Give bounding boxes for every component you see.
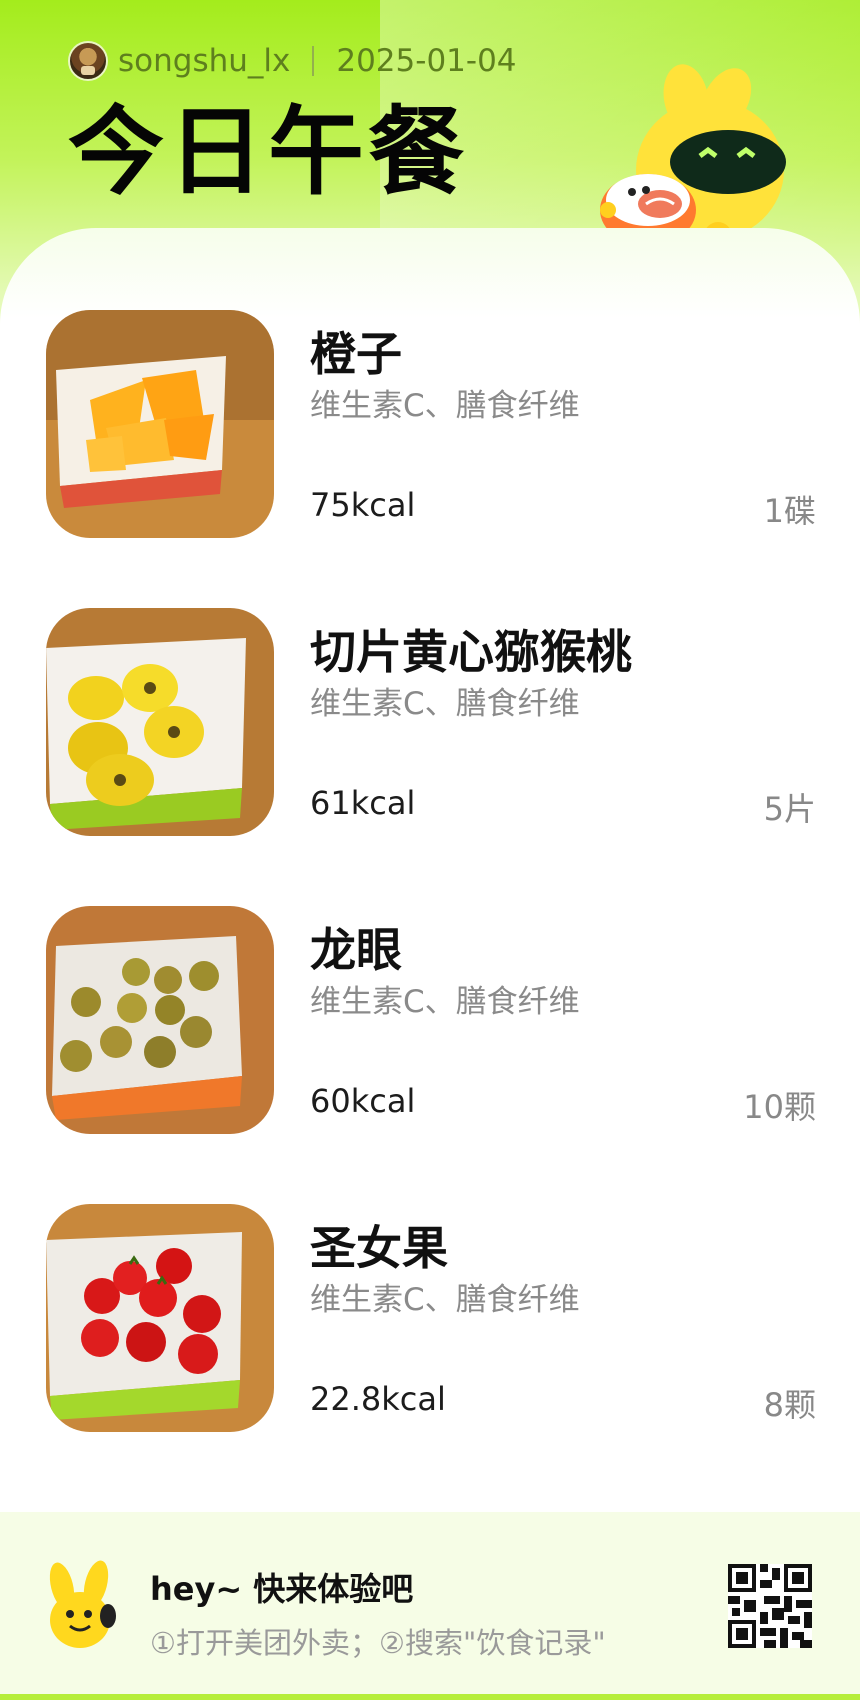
food-quantity: 1碟 bbox=[763, 492, 816, 530]
qr-code-icon[interactable] bbox=[728, 1564, 812, 1648]
promo-footer: hey~ 快来体验吧 ①打开美团外卖；②搜索"饮食记录" bbox=[0, 1512, 860, 1700]
avatar[interactable] bbox=[68, 41, 108, 81]
food-calories: 61kcal bbox=[310, 784, 416, 822]
food-quantity: 5片 bbox=[763, 790, 816, 828]
food-name: 圣女果 bbox=[310, 1221, 448, 1275]
food-calories: 22.8kcal bbox=[310, 1380, 446, 1418]
food-name: 橙子 bbox=[310, 327, 402, 381]
promo-steps: ①打开美团外卖；②搜索"饮食记录" bbox=[150, 1626, 606, 1660]
promo-title: hey~ 快来体验吧 bbox=[150, 1570, 414, 1608]
food-name: 切片黄心猕猴桃 bbox=[310, 625, 632, 679]
post-meta: songshu_lx 2025-01-04 bbox=[68, 40, 517, 82]
orange-slices-photo bbox=[46, 310, 274, 538]
meal-card: 橙子 维生素C、膳食纤维 75kcal 1碟 切片黄心猕猴桃 维生素C、膳食纤维… bbox=[0, 228, 860, 1512]
meta-divider bbox=[312, 46, 315, 76]
food-item[interactable]: 龙眼 维生素C、膳食纤维 60kcal 10颗 bbox=[46, 906, 816, 1134]
post-date: 2025-01-04 bbox=[336, 43, 517, 79]
food-name: 龙眼 bbox=[310, 923, 402, 977]
food-nutrients: 维生素C、膳食纤维 bbox=[310, 984, 580, 1020]
food-item[interactable]: 橙子 维生素C、膳食纤维 75kcal 1碟 bbox=[46, 310, 816, 538]
footer-accent-bar bbox=[0, 1694, 860, 1700]
cherry-tomato-photo bbox=[46, 1204, 274, 1432]
page-title: 今日午餐 bbox=[68, 96, 468, 208]
food-item[interactable]: 圣女果 维生素C、膳食纤维 22.8kcal 8颗 bbox=[46, 1204, 816, 1432]
food-nutrients: 维生素C、膳食纤维 bbox=[310, 388, 580, 424]
kiwi-slices-photo bbox=[46, 608, 274, 836]
food-quantity: 10颗 bbox=[743, 1088, 816, 1126]
food-item[interactable]: 切片黄心猕猴桃 维生素C、膳食纤维 61kcal 5片 bbox=[46, 608, 816, 836]
food-calories: 75kcal bbox=[310, 486, 416, 524]
food-quantity: 8颗 bbox=[763, 1386, 816, 1424]
food-calories: 60kcal bbox=[310, 1082, 416, 1120]
food-nutrients: 维生素C、膳食纤维 bbox=[310, 1282, 580, 1318]
food-nutrients: 维生素C、膳食纤维 bbox=[310, 686, 580, 722]
username[interactable]: songshu_lx bbox=[118, 43, 290, 79]
rabbit-mascot-icon bbox=[49, 1560, 116, 1648]
longan-photo bbox=[46, 906, 274, 1134]
